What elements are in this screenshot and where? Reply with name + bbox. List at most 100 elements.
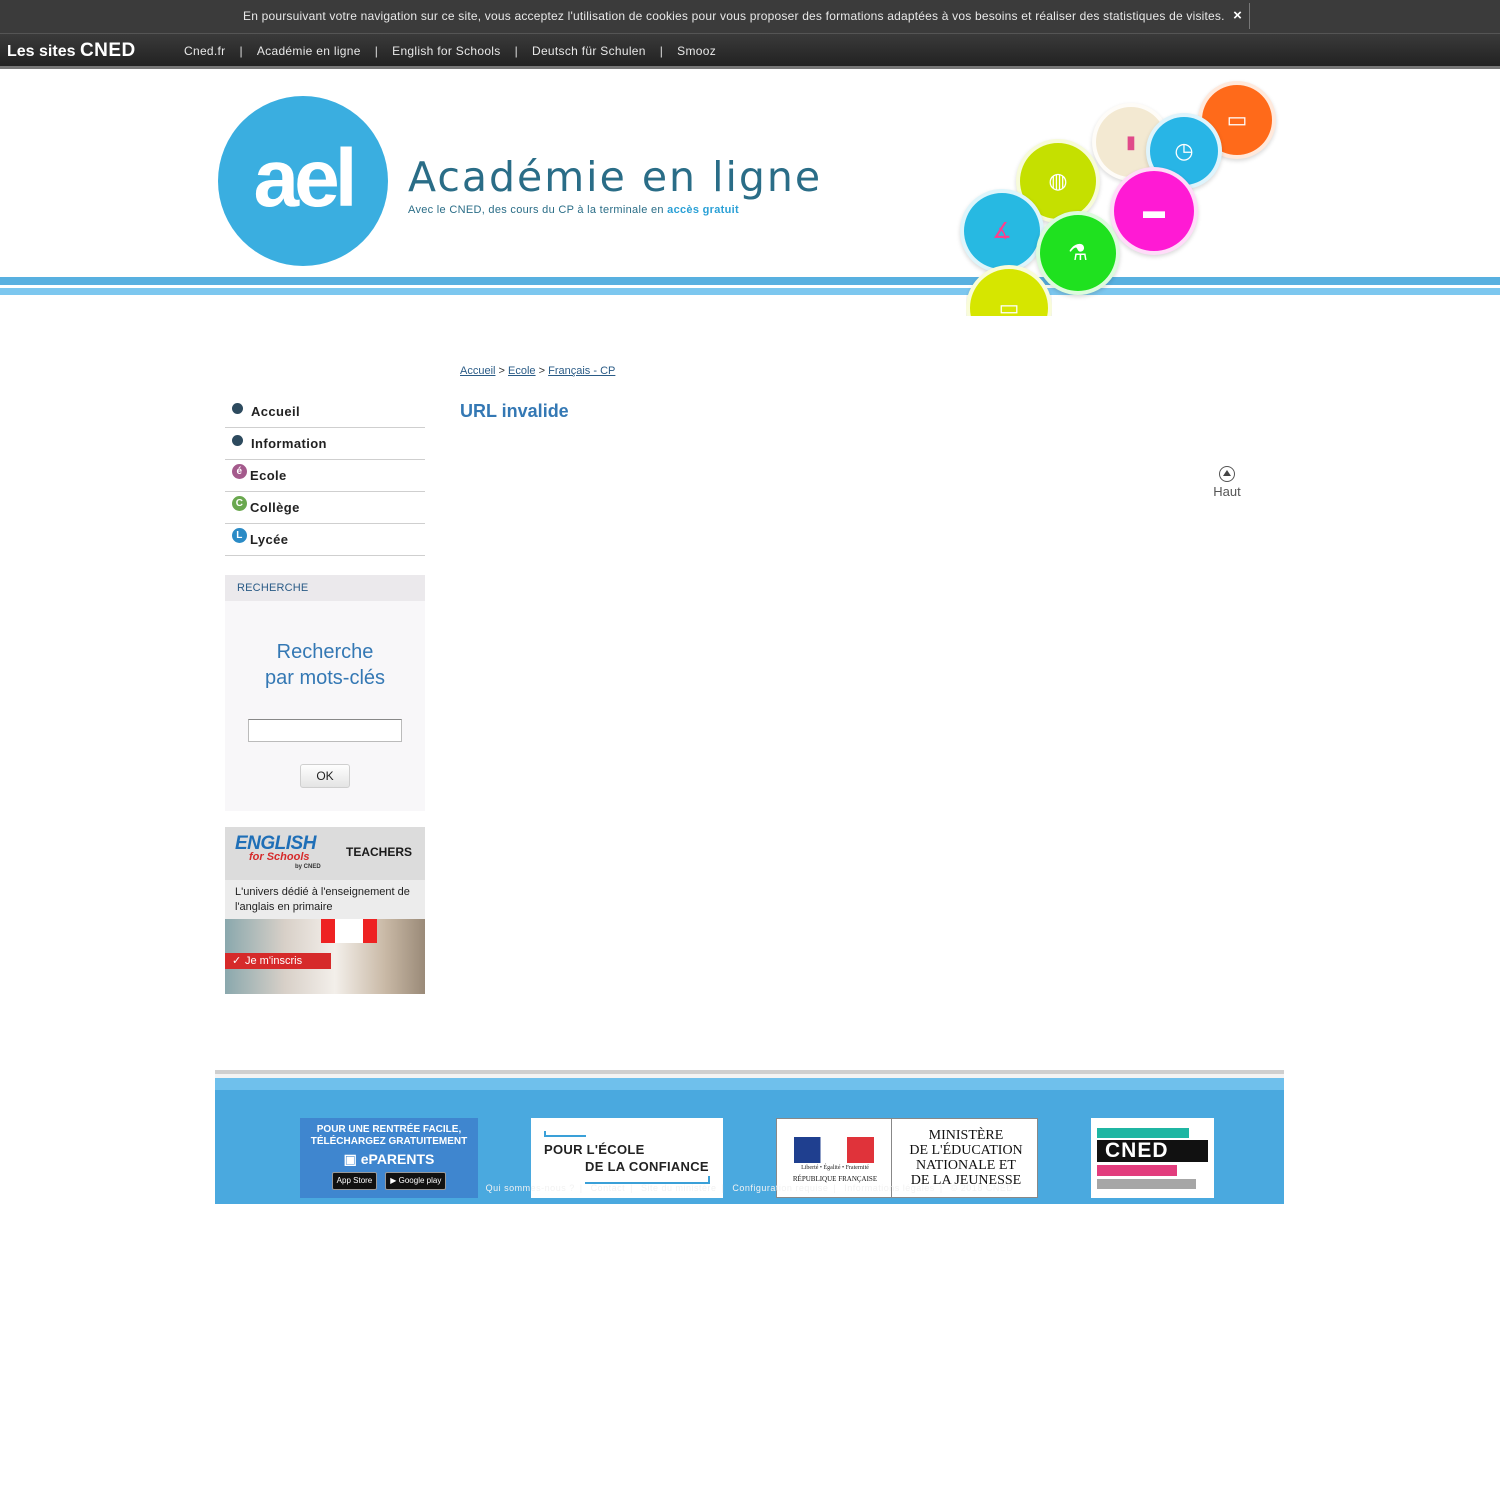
footer-link-informations-legales[interactable]: Informations légales	[844, 1183, 935, 1193]
subtitle-main: Avec le CNED, des cours du CP à la termi…	[408, 204, 668, 216]
compass-icon: ∡	[960, 189, 1044, 273]
nav-separator: |	[374, 44, 379, 58]
subtitle-accent: accès gratuit	[667, 204, 739, 216]
confiance-line2: DE LA CONFIANCE	[585, 1159, 709, 1174]
republique-francaise: RÉPUBLIQUE FRANÇAISE	[792, 1175, 878, 1183]
footer-separator: |	[939, 1183, 943, 1193]
breadcrumb: Accueil > Ecole > Français - CP	[460, 365, 615, 377]
college-badge-icon: C	[232, 496, 247, 511]
sidebar-item-label: Accueil	[251, 404, 301, 419]
footer-link-configuration[interactable]: Configuration requise	[732, 1183, 828, 1193]
ecole-badge-icon: é	[232, 464, 247, 479]
ael-logo[interactable]: ael	[218, 96, 388, 266]
sidebar-item-accueil[interactable]: Accueil	[225, 396, 425, 428]
footer-links: Qui sommes-nous ? | Contact | Site du mini…	[215, 1183, 1284, 1193]
eparents-line1: POUR UNE RENTRÉE FACILE,	[316, 1124, 462, 1135]
republic-motto: Liberté • Égalité • Fraternité	[801, 1165, 869, 1171]
bullet-icon	[232, 435, 243, 446]
canada-flag-icon	[321, 919, 377, 943]
sidebar-item-label: Lycée	[250, 532, 289, 547]
check-icon: ✓	[232, 955, 242, 967]
nav-separator: |	[239, 44, 243, 58]
footer-link-qui-sommes-nous[interactable]: Qui sommes-nous ?	[486, 1183, 575, 1193]
footer-separator: |	[721, 1183, 725, 1193]
cookie-bar: En poursuivant votre navigation sur ce s…	[0, 0, 1500, 33]
banner-text: L'univers dédié à l'enseignement de l'an…	[235, 886, 410, 913]
sidebar-menu: Accueil Information é Ecole C Collège L …	[225, 396, 425, 556]
banner-teachers: TEACHERS	[346, 845, 413, 859]
page-title: URL invalide	[460, 401, 569, 421]
cned-logo-text: CNED	[1097, 1140, 1208, 1162]
banner-cta-label: Je m'inscris	[245, 955, 303, 967]
footer-copyright: © 2018 CNED	[950, 1183, 1014, 1193]
blackboard-icon: ▭	[966, 265, 1052, 316]
header-stripe	[0, 288, 1500, 295]
banner-logo-sub: for Schools	[249, 851, 310, 863]
flask-icon: ⚗	[1036, 211, 1120, 295]
nav-link-cned[interactable]: Cned.fr	[184, 44, 225, 58]
sidebar-item-ecole[interactable]: é Ecole	[225, 460, 425, 492]
footer-separator: |	[579, 1183, 583, 1193]
search-input[interactable]	[248, 719, 402, 742]
ministere-line3: NATIONALE ET	[916, 1158, 1016, 1173]
search-header: RECHERCHE	[225, 575, 425, 601]
search-title-line1: Recherche	[276, 641, 374, 663]
back-to-top-label: Haut	[1213, 484, 1241, 499]
header-stripe	[0, 277, 1500, 285]
lycee-badge-icon: L	[232, 528, 247, 543]
marianne-icon	[794, 1137, 874, 1163]
confiance-line1: POUR L'ÉCOLE	[544, 1142, 645, 1157]
sidebar-item-lycee[interactable]: L Lycée	[225, 524, 425, 556]
ministere-name: MINISTÈRE DE L'ÉDUCATION NATIONALE ET DE…	[893, 1128, 1039, 1188]
nav-separator: |	[514, 44, 518, 58]
ministere-line1: MINISTÈRE	[928, 1128, 1004, 1143]
eparents-line2: TÉLÉCHARGEZ GRATUITEMENT	[310, 1136, 468, 1147]
sidebar-item-label: Collège	[250, 500, 300, 515]
breadcrumb-ecole[interactable]: Ecole	[508, 365, 536, 377]
breadcrumb-francais-cp[interactable]: Français - CP	[548, 365, 615, 377]
english-for-schools-banner[interactable]: ENGLISH for Schools by CNED TEACHERS L'u…	[225, 827, 425, 994]
ministere-line2: DE L'ÉDUCATION	[909, 1143, 1023, 1158]
nav-link-smooz[interactable]: Smooz	[677, 44, 716, 58]
banner-logo-by: by CNED	[295, 864, 321, 870]
site-header: ael Académie en ligne Avec le CNED, des …	[0, 69, 1500, 316]
breadcrumb-separator: >	[538, 365, 546, 377]
nav-links: Cned.fr | Académie en ligne | English for Sc…	[184, 44, 716, 58]
cned-logo-bar	[1097, 1128, 1189, 1138]
cookie-close-icon[interactable]: ×	[1226, 3, 1250, 29]
cned-logo-bar	[1097, 1165, 1177, 1176]
breadcrumb-accueil[interactable]: Accueil	[460, 365, 495, 377]
footer-link-ministere[interactable]: Site du ministère	[641, 1183, 717, 1193]
nav-link-academie[interactable]: Académie en ligne	[257, 44, 361, 58]
laptop-icon: ▬	[1110, 167, 1198, 255]
footer-line	[215, 1078, 1284, 1090]
banner-signup-button[interactable]: ✓ Je m'inscris	[225, 953, 331, 969]
top-navigation: Les sites CNED Cned.fr | Académie en ligne…	[0, 33, 1500, 69]
sidebar-item-college[interactable]: C Collège	[225, 492, 425, 524]
search-title: Recherche par mots-clés	[225, 639, 425, 691]
footer-separator: |	[833, 1183, 837, 1193]
nav-link-english[interactable]: English for Schools	[392, 44, 500, 58]
sidebar-item-label: Ecole	[250, 468, 287, 483]
bullet-icon	[232, 403, 243, 414]
breadcrumb-separator: >	[498, 365, 505, 377]
search-panel: RECHERCHE Recherche par mots-clés OK	[225, 575, 425, 811]
site-title: Académie en ligne	[408, 153, 823, 201]
search-ok-button[interactable]: OK	[300, 764, 350, 788]
cned-sites-brand: Les sites CNED	[7, 40, 136, 62]
site-subtitle: Avec le CNED, des cours du CP à la termi…	[408, 204, 739, 216]
confiance-decor	[544, 1135, 586, 1137]
eparents-brand-label: ePARENTS	[360, 1151, 435, 1167]
cookie-message: En poursuivant votre navigation sur ce s…	[243, 9, 1225, 23]
brand-prefix: Les sites	[7, 43, 80, 60]
footer-link-contact[interactable]: Contact	[591, 1183, 626, 1193]
eparents-brand: ▣ ePARENTS	[300, 1151, 478, 1167]
nav-link-deutsch[interactable]: Deutsch für Schulen	[532, 44, 646, 58]
nav-separator: |	[659, 44, 664, 58]
back-to-top-button[interactable]: Haut	[1207, 466, 1247, 499]
site-footer: POUR UNE RENTRÉE FACILE, TÉLÉCHARGEZ GRA…	[215, 1070, 1284, 1204]
sidebar-item-information[interactable]: Information	[225, 428, 425, 460]
eparents-app-icon: ▣	[343, 1151, 361, 1167]
search-title-line2: par mots-clés	[264, 667, 386, 689]
brand-name: CNED	[79, 40, 136, 61]
